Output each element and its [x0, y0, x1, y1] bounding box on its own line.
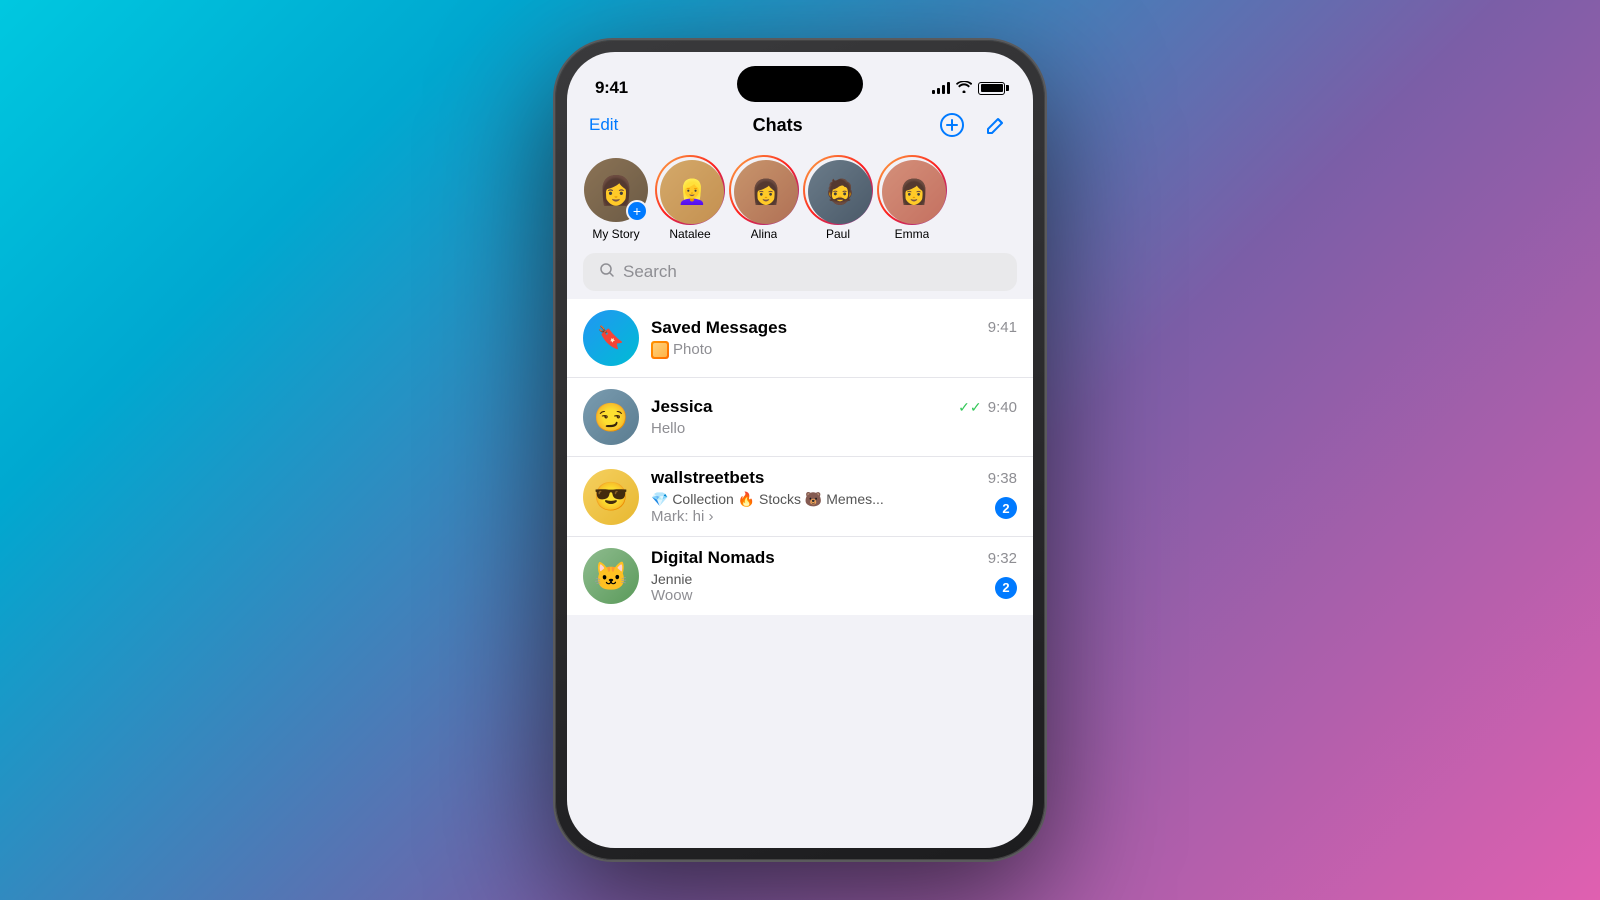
- chat-item-digitalnomads[interactable]: 🐱 Digital Nomads 9:32 Jennie Woow 2: [567, 536, 1033, 615]
- wallstreet-avatar: 😎: [583, 469, 639, 525]
- chat-list: 🔖 Saved Messages 9:41 Photo 😏: [567, 299, 1033, 615]
- digital-nomads-time: 9:32: [988, 550, 1017, 567]
- digital-nomads-avatar: 🐱: [583, 548, 639, 604]
- story-item-paul[interactable]: 🧔 Paul: [803, 158, 873, 241]
- digital-nomads-msg: Woow: [651, 587, 692, 604]
- search-container: Search: [567, 253, 1033, 299]
- read-checkmark: ✓✓: [958, 399, 981, 415]
- jessica-preview: Hello: [651, 420, 1017, 437]
- digital-nomads-badge: 2: [995, 577, 1017, 599]
- story-avatar-natalee: 👱‍♀️: [658, 158, 722, 222]
- story-item-alina[interactable]: 👩 Alina: [729, 158, 799, 241]
- wallstreet-msg: Mark: hi ›: [651, 508, 884, 525]
- dynamic-island: [737, 66, 863, 102]
- chat-item-wallstreet[interactable]: 😎 wallstreetbets 9:38 💎 Collection 🔥 Sto…: [567, 456, 1033, 536]
- story-label-paul: Paul: [826, 227, 850, 241]
- wallstreet-badge: 2: [995, 497, 1017, 519]
- digital-nomads-content: Digital Nomads 9:32 Jennie Woow 2: [651, 548, 1017, 604]
- wallstreet-time: 9:38: [988, 470, 1017, 487]
- photo-thumbnail: [651, 341, 669, 359]
- add-story-button[interactable]: +: [626, 200, 648, 222]
- compose-button[interactable]: [981, 110, 1011, 140]
- jessica-avatar: 😏: [583, 389, 639, 445]
- saved-messages-time: 9:41: [988, 319, 1017, 336]
- status-icons: [932, 80, 1005, 96]
- phone-frame: 9:41: [555, 40, 1045, 860]
- story-avatar-emma: 👩: [880, 158, 944, 222]
- wallstreet-content: wallstreetbets 9:38 💎 Collection 🔥 Stock…: [651, 468, 1017, 525]
- digital-nomads-sender: Jennie: [651, 571, 692, 587]
- story-label-natalee: Natalee: [669, 227, 710, 241]
- chat-item-saved[interactable]: 🔖 Saved Messages 9:41 Photo: [567, 299, 1033, 377]
- jessica-name: Jessica: [651, 397, 712, 417]
- wallstreet-tags: 💎 Collection 🔥 Stocks 🐻 Memes...: [651, 491, 884, 508]
- wallstreet-name: wallstreetbets: [651, 468, 764, 488]
- battery-icon: [978, 82, 1005, 95]
- story-avatar-alina: 👩: [732, 158, 796, 222]
- bookmark-icon: 🔖: [597, 325, 624, 351]
- status-time: 9:41: [595, 78, 628, 98]
- story-label-emma: Emma: [895, 227, 930, 241]
- story-avatar-paul: 🧔: [806, 158, 870, 222]
- phone-screen: 9:41: [567, 52, 1033, 848]
- story-avatar-mystory: 👩 +: [584, 158, 648, 222]
- saved-messages-preview: Photo: [651, 341, 1017, 359]
- story-label-mystory: My Story: [592, 227, 639, 241]
- story-item-natalee[interactable]: 👱‍♀️ Natalee: [655, 158, 725, 241]
- jessica-time: ✓✓ 9:40: [958, 399, 1017, 416]
- wallstreet-preview-area: 💎 Collection 🔥 Stocks 🐻 Memes... Mark: h…: [651, 491, 884, 525]
- jessica-content: Jessica ✓✓ 9:40 Hello: [651, 397, 1017, 437]
- saved-messages-content: Saved Messages 9:41 Photo: [651, 318, 1017, 359]
- search-placeholder: Search: [623, 262, 677, 282]
- stories-row: 👩 + My Story 👱‍♀️ Natalee: [567, 150, 1033, 253]
- search-icon: [599, 262, 615, 282]
- story-item-mystory[interactable]: 👩 + My Story: [581, 158, 651, 241]
- digital-nomads-name: Digital Nomads: [651, 548, 775, 568]
- wifi-icon: [956, 80, 972, 96]
- signal-icon: [932, 82, 950, 94]
- saved-messages-name: Saved Messages: [651, 318, 787, 338]
- story-label-alina: Alina: [751, 227, 778, 241]
- search-bar[interactable]: Search: [583, 253, 1017, 291]
- digital-nomads-preview-area: Jennie Woow: [651, 571, 692, 604]
- chat-item-jessica[interactable]: 😏 Jessica ✓✓ 9:40 Hello: [567, 377, 1033, 456]
- edit-button[interactable]: Edit: [589, 115, 618, 135]
- nav-actions: [937, 110, 1011, 140]
- nav-bar: Edit Chats: [567, 106, 1033, 150]
- nav-title: Chats: [753, 115, 803, 136]
- story-item-emma[interactable]: 👩 Emma: [877, 158, 947, 241]
- saved-messages-avatar: 🔖: [583, 310, 639, 366]
- add-chat-button[interactable]: [937, 110, 967, 140]
